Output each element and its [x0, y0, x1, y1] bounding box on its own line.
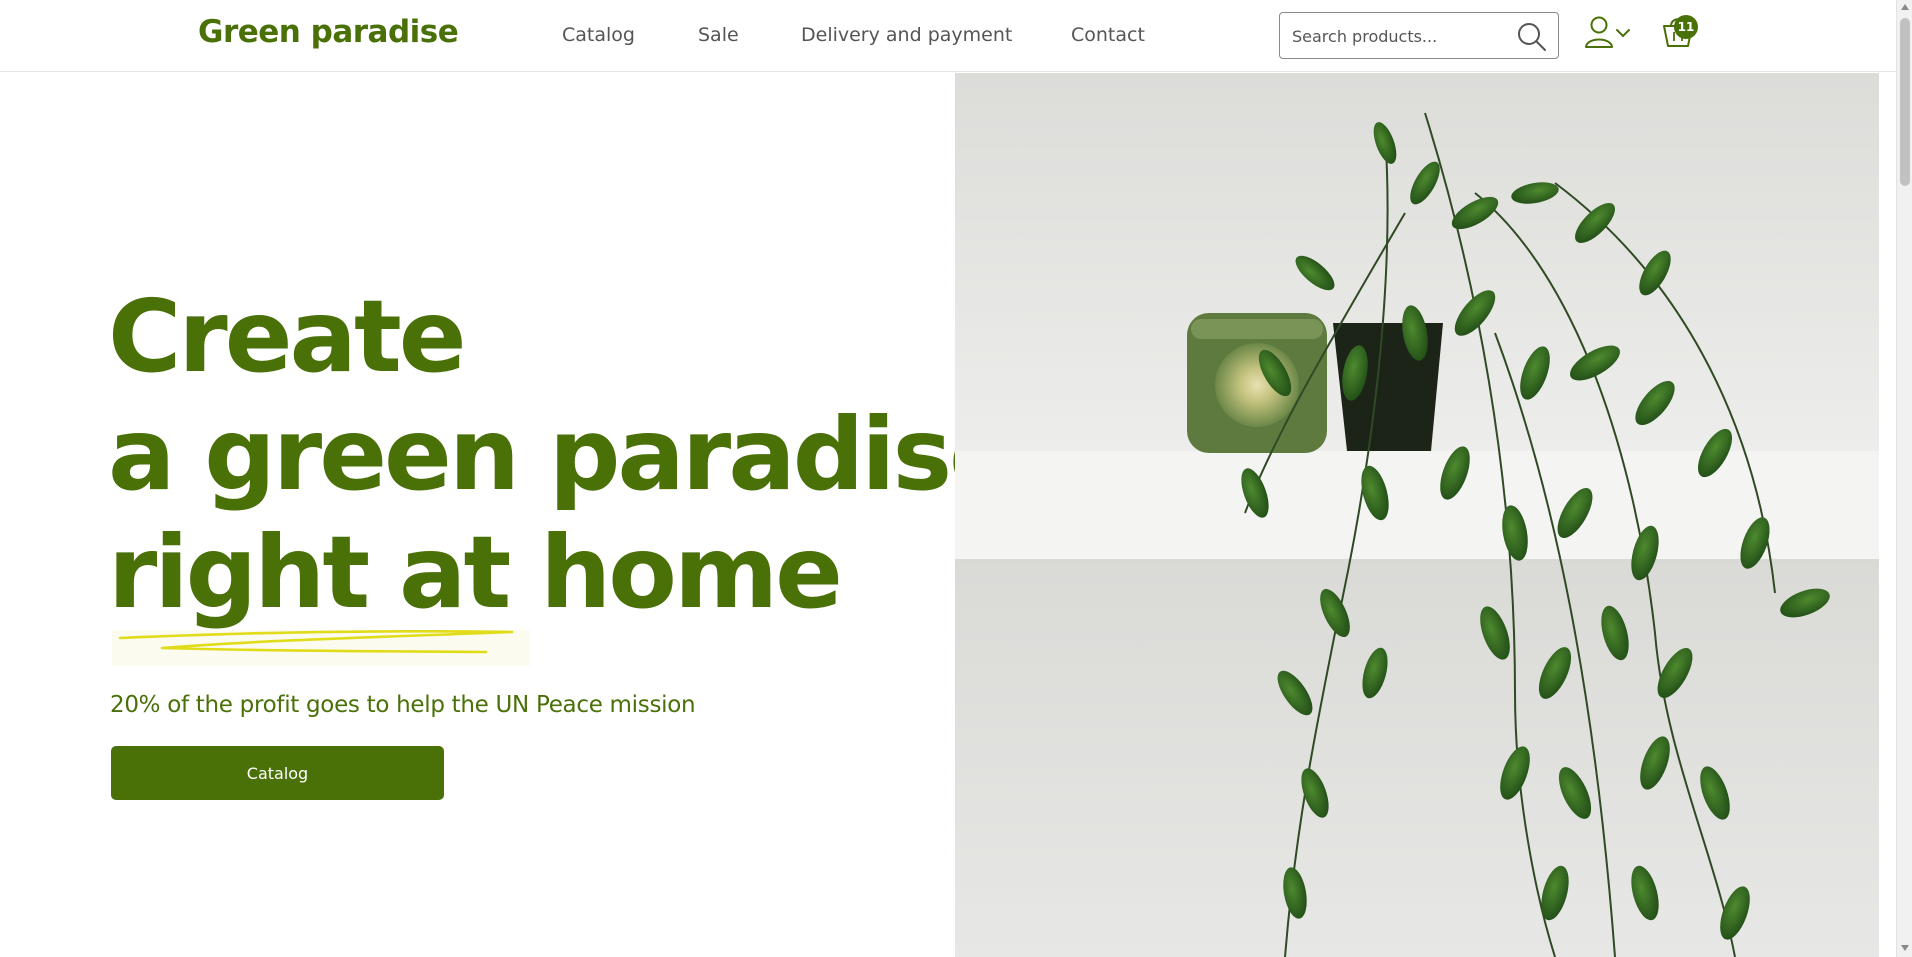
cart-count-badge: 11 [1674, 15, 1698, 39]
nav-item-sale[interactable]: Sale [698, 24, 739, 46]
scroll-thumb[interactable] [1900, 18, 1910, 186]
chevron-down-icon [1616, 29, 1630, 38]
user-icon [1585, 16, 1613, 48]
site-header: Green paradise Catalog Sale Delivery and… [0, 0, 1896, 72]
catalog-button[interactable]: Catalog [111, 746, 444, 800]
nav-item-contact[interactable]: Contact [1071, 24, 1145, 46]
search-box [1279, 12, 1559, 59]
plant-photo [955, 73, 1879, 957]
nav-item-catalog[interactable]: Catalog [562, 24, 635, 46]
page-scrollbar[interactable] [1896, 0, 1912, 957]
hero-title-line-3: right at home [108, 514, 843, 631]
hero-title-line-2: a green paradise [108, 396, 1017, 513]
hero-subtitle: 20% of the profit goes to help the UN Pe… [110, 692, 696, 718]
search-input[interactable] [1292, 23, 1502, 49]
hero-title-line-1: Create [108, 278, 467, 395]
logo[interactable]: Green paradise [198, 14, 459, 50]
highlight-scribble [112, 630, 530, 666]
nav-item-delivery[interactable]: Delivery and payment [801, 24, 1012, 46]
account-menu[interactable] [1584, 16, 1634, 50]
search-icon[interactable] [1516, 21, 1548, 53]
hero-title: Create a green paradise right at home [108, 278, 1017, 632]
scroll-up-arrow-icon[interactable] [1901, 4, 1909, 10]
scroll-down-arrow-icon[interactable] [1901, 945, 1909, 951]
